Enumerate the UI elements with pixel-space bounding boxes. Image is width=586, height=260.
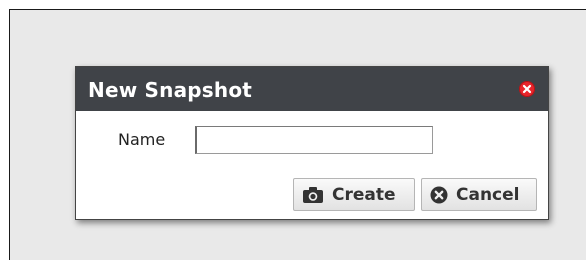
cancel-button-label: Cancel bbox=[456, 184, 520, 205]
cancel-circle-icon bbox=[430, 186, 448, 204]
page-background: New Snapshot Name Create Cancel bbox=[9, 9, 586, 260]
name-input[interactable] bbox=[195, 126, 433, 154]
close-icon[interactable] bbox=[519, 81, 535, 97]
name-row: Name bbox=[76, 126, 548, 154]
dialog-titlebar: New Snapshot bbox=[76, 67, 548, 111]
create-button[interactable]: Create bbox=[293, 178, 415, 211]
new-snapshot-dialog: New Snapshot Name Create Cancel bbox=[75, 66, 549, 220]
create-button-label: Create bbox=[332, 184, 396, 205]
name-label: Name bbox=[118, 130, 166, 149]
cancel-button[interactable]: Cancel bbox=[421, 178, 537, 211]
dialog-title: New Snapshot bbox=[88, 78, 253, 102]
camera-icon bbox=[302, 186, 324, 204]
